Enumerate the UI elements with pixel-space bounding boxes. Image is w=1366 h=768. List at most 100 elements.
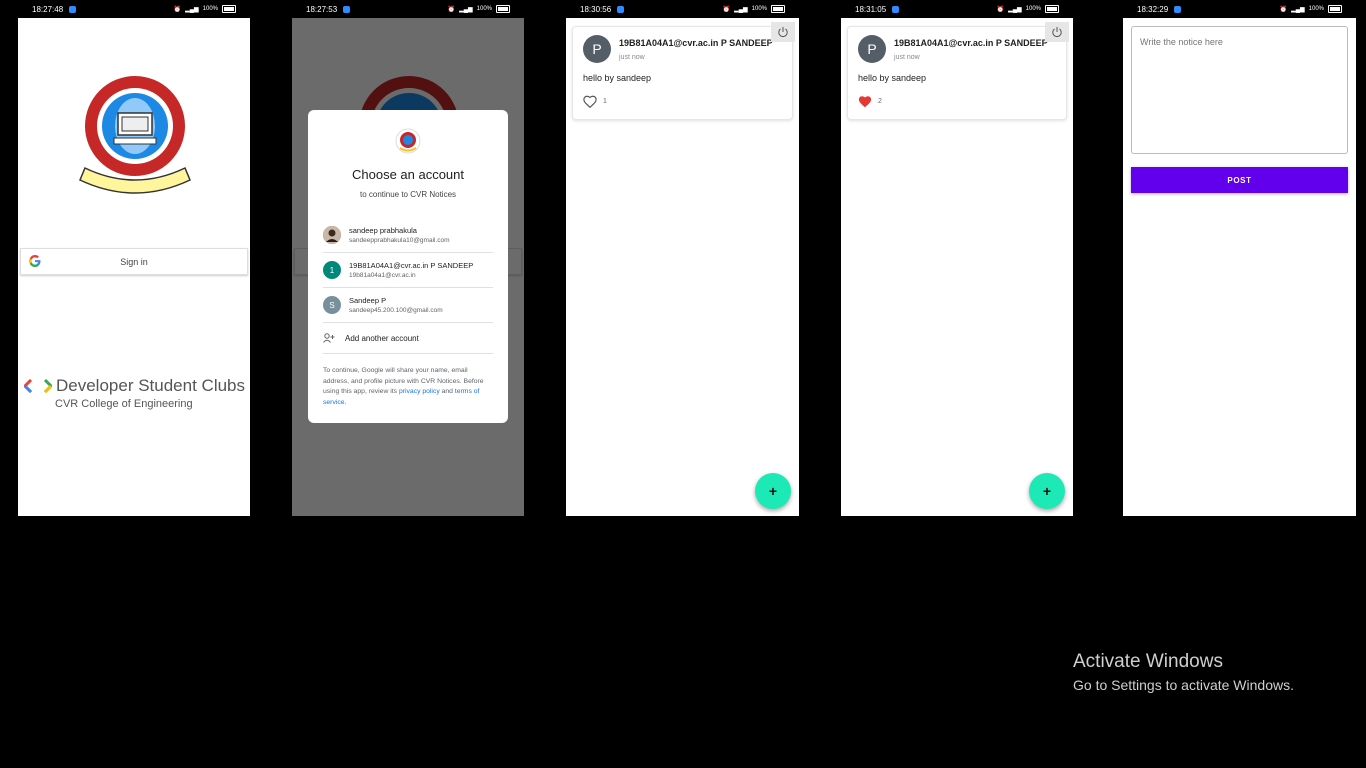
dsc-branding: Developer Student Clubs CVR College of E…: [24, 376, 250, 410]
dialog-title: Choose an account: [351, 167, 465, 182]
dialog-subtitle: to continue to CVR Notices: [359, 190, 457, 199]
status-bar: 18:32:29 ⏰ ▂▄▆ 100%: [1123, 0, 1356, 18]
notice-card: P 19B81A04A1@cvr.ac.in P SANDEEP just no…: [847, 26, 1067, 120]
status-time: 18:30:56: [580, 4, 612, 14]
battery-icon: [1328, 5, 1342, 13]
like-count: 1: [603, 98, 607, 105]
account-chooser-screen: Choose an account to continue to CVR Not…: [292, 18, 524, 516]
status-bar: 18:31:05 ⏰ ▂▄▆ 100%: [841, 0, 1073, 18]
status-time: 18:32:29: [1137, 4, 1169, 14]
author-name: 19B81A04A1@cvr.ac.in P SANDEEP: [619, 38, 773, 48]
power-icon: [778, 27, 788, 37]
watermark-subtitle: Go to Settings to activate Windows.: [1073, 677, 1294, 693]
account-email: sandeep45.200.100@gmail.com: [349, 307, 443, 314]
logout-power-button[interactable]: [1045, 22, 1069, 42]
app-notification-icon: [892, 5, 900, 13]
add-notice-fab[interactable]: +: [1029, 473, 1065, 509]
profile-photo-icon: [323, 226, 341, 244]
alarm-icon: ⏰: [996, 6, 1005, 13]
phone-screen-login: 18:27:48 ⏰ ▂▄▆ 100% Sign in Developer St…: [18, 0, 250, 516]
status-time: 18:27:53: [306, 4, 338, 14]
cvr-college-logo: [70, 68, 200, 198]
watermark-title: Activate Windows: [1073, 651, 1223, 672]
post-time: just now: [619, 54, 645, 61]
add-another-account-button[interactable]: Add another account: [323, 323, 493, 354]
plus-icon: +: [768, 483, 778, 499]
account-email: 19b81a04a1@cvr.ac.in: [349, 272, 416, 279]
add-person-icon: [323, 333, 335, 343]
status-time: 18:27:48: [32, 4, 64, 14]
status-bar: 18:27:53 ⏰ ▂▄▆ 100%: [292, 0, 524, 18]
signal-icon: ▂▄▆: [734, 6, 748, 13]
phone-screen-account-chooser: 18:27:53 ⏰ ▂▄▆ 100% Choose an account to…: [292, 0, 524, 516]
battery-level: 100%: [202, 6, 218, 12]
app-notification-icon: [1174, 5, 1182, 13]
privacy-disclaimer: To continue, Google will share your name…: [323, 366, 493, 408]
account-avatar: [323, 226, 341, 244]
add-notice-fab[interactable]: +: [755, 473, 791, 509]
status-bar: 18:27:48 ⏰ ▂▄▆ 100%: [18, 0, 250, 18]
phone-screen-feed: 18:30:56 ⏰ ▂▄▆ 100% P 19B81A04A1@cvr.ac.in…: [566, 0, 799, 516]
account-email: sandeepprabhakula10@gmail.com: [349, 237, 450, 244]
battery-level: 100%: [1025, 6, 1041, 12]
account-name: 19B81A04A1@cvr.ac.in P SANDEEP: [349, 261, 474, 270]
signal-icon: ▂▄▆: [185, 6, 199, 13]
notice-body: hello by sandeep: [858, 73, 927, 83]
author-avatar: P: [583, 35, 611, 63]
notice-card: P 19B81A04A1@cvr.ac.in P SANDEEP just no…: [572, 26, 793, 120]
add-account-label: Add another account: [345, 333, 419, 343]
battery-icon: [222, 5, 236, 13]
account-avatar: S: [323, 296, 341, 314]
google-g-icon: [29, 255, 41, 267]
disclaimer-end: .: [344, 398, 347, 406]
phone-screen-compose: 18:32:29 ⏰▂▄▆100% POST: [1123, 0, 1356, 516]
choose-account-dialog: Choose an account to continue to CVR Not…: [308, 110, 508, 423]
battery-level: 100%: [751, 6, 767, 12]
heart-filled-icon[interactable]: [858, 95, 872, 108]
account-item[interactable]: 1 19B81A04A1@cvr.ac.in P SANDEEP 19b81a0…: [323, 253, 493, 288]
like-count: 2: [878, 98, 882, 105]
logout-power-button[interactable]: [771, 22, 795, 42]
account-name: Sandeep P: [349, 296, 387, 305]
alarm-icon: ⏰: [722, 6, 731, 13]
author-avatar: P: [858, 35, 886, 63]
post-button[interactable]: POST: [1131, 167, 1348, 193]
heart-outline-icon[interactable]: [583, 95, 597, 108]
post-time: just now: [894, 54, 920, 61]
status-bar: 18:30:56 ⏰ ▂▄▆ 100%: [566, 0, 799, 18]
account-item[interactable]: S Sandeep P sandeep45.200.100@gmail.com: [323, 288, 493, 323]
account-avatar: 1: [323, 261, 341, 279]
app-notification-icon: [343, 5, 351, 13]
feed-screen: P 19B81A04A1@cvr.ac.in P SANDEEP just no…: [566, 18, 799, 516]
plus-icon: +: [1042, 483, 1052, 499]
like-control[interactable]: 2: [858, 95, 882, 108]
signin-label: Sign in: [120, 256, 148, 267]
battery-level: 100%: [1308, 6, 1324, 12]
alarm-icon: ⏰: [447, 6, 456, 13]
disclaimer-and: and: [439, 388, 455, 395]
battery-icon: [496, 5, 510, 13]
battery-level: 100%: [476, 6, 492, 12]
app-notification-icon: [69, 5, 77, 13]
account-name: sandeep prabhakula: [349, 226, 417, 235]
like-control[interactable]: 1: [583, 95, 607, 108]
author-name: 19B81A04A1@cvr.ac.in P SANDEEP: [894, 38, 1048, 48]
alarm-icon: ⏰: [1279, 6, 1288, 13]
signal-icon: ▂▄▆: [1008, 6, 1022, 13]
app-notification-icon: [617, 5, 625, 13]
dsc-title: Developer Student Clubs: [56, 376, 246, 395]
dsc-logo-icon: [24, 379, 52, 393]
activate-windows-watermark: Activate Windows Go to Settings to activ…: [1073, 651, 1294, 693]
battery-icon: [771, 5, 785, 13]
signal-icon: ▂▄▆: [459, 6, 473, 13]
login-screen: Sign in Developer Student Clubs CVR Coll…: [18, 18, 250, 516]
cvr-app-icon: [395, 128, 421, 154]
power-icon: [1052, 27, 1062, 37]
alarm-icon: ⏰: [173, 6, 182, 13]
compose-screen: POST: [1123, 18, 1356, 516]
privacy-policy-link[interactable]: privacy policy: [399, 388, 440, 395]
google-signin-button[interactable]: Sign in: [20, 248, 248, 275]
account-item[interactable]: sandeep prabhakula sandeepprabhakula10@g…: [323, 218, 493, 253]
notice-input[interactable]: [1131, 26, 1348, 154]
feed-screen: P 19B81A04A1@cvr.ac.in P SANDEEP just no…: [841, 18, 1073, 516]
